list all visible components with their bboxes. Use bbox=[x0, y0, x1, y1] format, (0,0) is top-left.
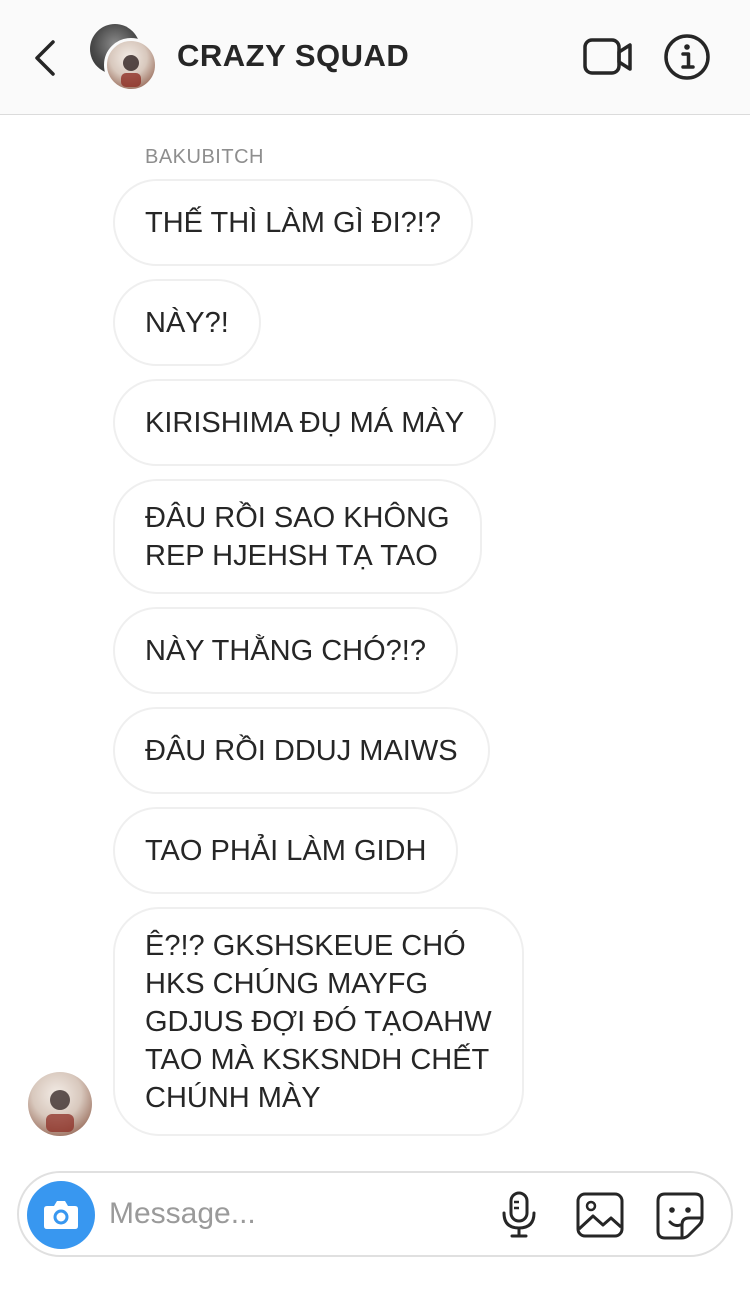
message-bubble[interactable]: TAO PHẢI LÀM GIDH bbox=[113, 807, 459, 894]
thread-title[interactable]: CRAZY SQUAD bbox=[177, 38, 409, 74]
camera-button[interactable] bbox=[27, 1181, 95, 1249]
sender-avatar[interactable] bbox=[28, 1072, 92, 1136]
sticker-button[interactable] bbox=[655, 1191, 705, 1241]
message-input[interactable] bbox=[109, 1191, 489, 1237]
gallery-button[interactable] bbox=[575, 1191, 625, 1239]
thread-header: CRAZY SQUAD bbox=[0, 0, 750, 115]
back-button[interactable] bbox=[26, 36, 66, 80]
info-icon bbox=[664, 34, 710, 80]
camera-icon bbox=[44, 1201, 78, 1229]
message-bubble[interactable]: NÀY THẰNG CHÓ?!? bbox=[113, 607, 458, 694]
sender-name: BAKUBITCH bbox=[145, 146, 264, 168]
message-composer bbox=[17, 1171, 733, 1257]
message-bubble[interactable]: ĐÂU RỒI SAO KHÔNG REP HJEHSH TẠ TAO bbox=[113, 479, 482, 594]
microphone-button[interactable] bbox=[499, 1191, 539, 1239]
group-avatar[interactable] bbox=[90, 24, 160, 94]
sticker-icon bbox=[656, 1192, 704, 1240]
message-bubble[interactable]: Ê?!? GKSHSKEUE CHÓ HKS CHÚNG MAYFG GDJUS… bbox=[113, 907, 524, 1136]
video-camera-icon bbox=[583, 38, 632, 75]
info-button[interactable] bbox=[663, 33, 711, 81]
message-bubble[interactable]: NÀY?! bbox=[113, 279, 261, 366]
message-bubble[interactable]: ĐÂU RỒI DDUJ MAIWS bbox=[113, 707, 490, 794]
group-avatar-front bbox=[104, 38, 158, 92]
video-call-button[interactable] bbox=[582, 36, 634, 78]
microphone-icon bbox=[502, 1191, 536, 1238]
chevron-left-icon bbox=[35, 40, 55, 76]
message-bubble[interactable]: KIRISHIMA ĐỤ MÁ MÀY bbox=[113, 379, 497, 466]
gallery-icon bbox=[576, 1192, 624, 1238]
message-bubble[interactable]: THẾ THÌ LÀM GÌ ĐI?!? bbox=[113, 179, 473, 266]
